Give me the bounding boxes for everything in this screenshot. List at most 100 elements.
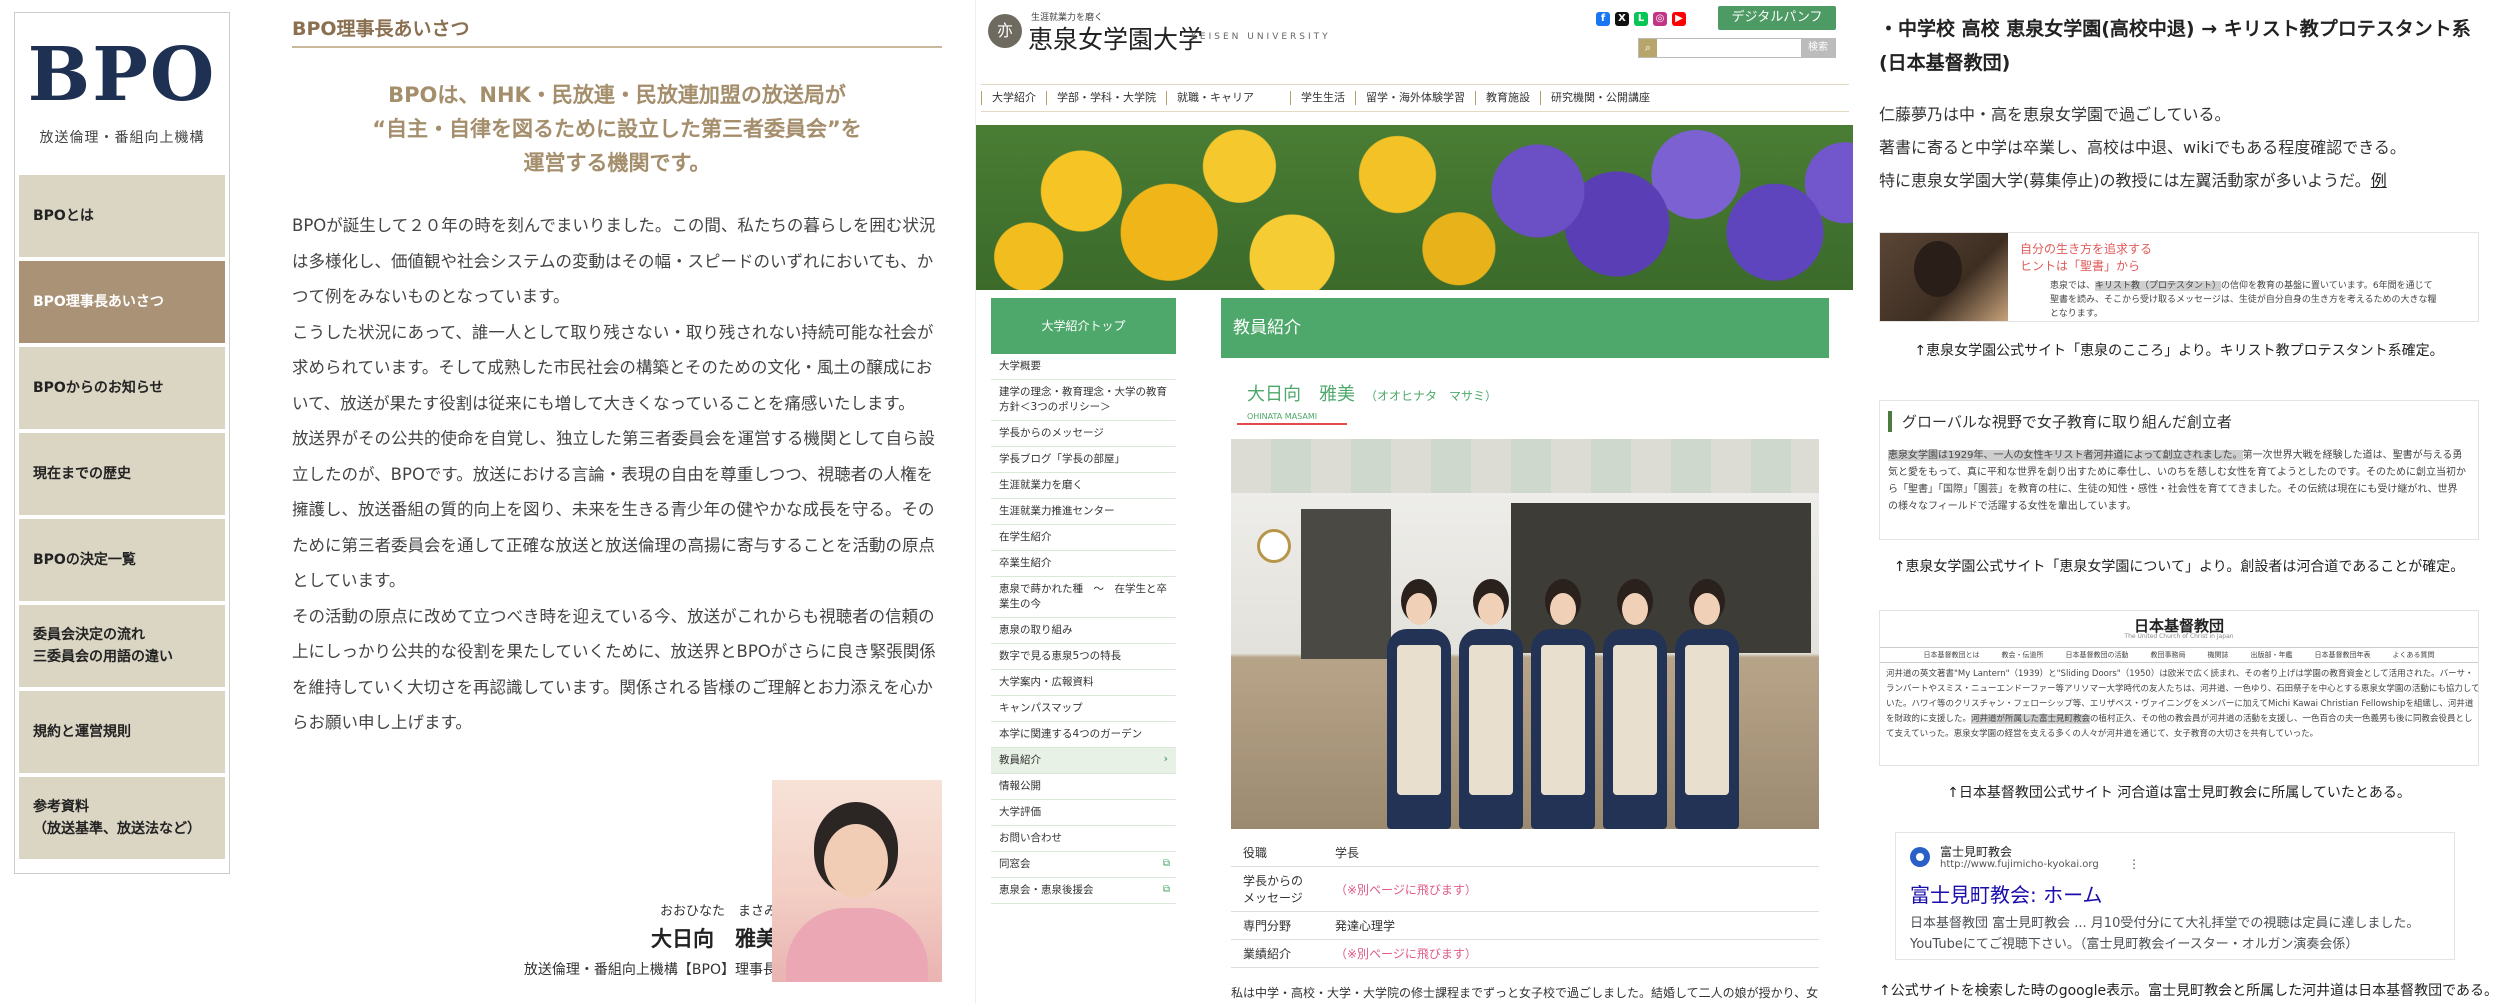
search-input[interactable] bbox=[1657, 40, 1801, 56]
global-nav-item[interactable]: 就職・キャリア bbox=[1166, 91, 1264, 105]
local-nav-item[interactable]: 学長ブログ「学長の部屋」 bbox=[991, 447, 1176, 473]
bpo-paragraph: 放送界がその公共的使命を自覚し、独立した第三者委員会を運営する機関として自ら設立… bbox=[292, 429, 936, 590]
sidebar-item[interactable]: BPOからのお知らせ bbox=[19, 347, 225, 429]
caption: ↑恵泉女学園公式サイト「恵泉女学園について」より。創設者は河合道であることが確定… bbox=[1893, 559, 2465, 575]
local-nav-item[interactable]: お問い合わせ bbox=[991, 826, 1176, 852]
bpo-logo-block[interactable]: BPO 放送倫理・番組向上機構 bbox=[15, 13, 229, 171]
local-nav-item[interactable]: 本学に関連する4つのガーデン bbox=[991, 722, 1176, 748]
example-link[interactable]: 例 bbox=[2371, 171, 2387, 190]
screenshot-google-result: 富士見町教会 http://www.fujimicho-kyokai.org ⋮… bbox=[1895, 832, 2455, 960]
local-nav-item[interactable]: 情報公開 bbox=[991, 774, 1176, 800]
shot-nav-item: 日本基督教団の活動 bbox=[2065, 651, 2129, 659]
sidebar-item[interactable]: 現在までの歴史 bbox=[19, 433, 225, 515]
sidebar-item[interactable]: BPOとは bbox=[19, 175, 225, 257]
local-nav-item[interactable]: 数字で見る恵泉5つの特長 bbox=[991, 644, 1176, 670]
page-title: BPO理事長あいさつ bbox=[292, 14, 942, 48]
keisen-logo-en: KEISEN UNIVERSITY bbox=[1191, 32, 1331, 42]
local-nav-item[interactable]: 生涯就業力を磨く bbox=[991, 473, 1176, 499]
local-nav-list: 大学概要 建学の理念・教育理念・大学の教育方針＜3つのポリシー＞ 学長からのメッセー… bbox=[991, 354, 1176, 904]
sidebar-item[interactable]: 委員会決定の流れ 三委員会の用語の違い bbox=[19, 605, 225, 687]
local-nav-item[interactable]: 恵泉会・恵泉後援会 bbox=[991, 878, 1176, 904]
global-nav-item[interactable]: 教育施設 bbox=[1475, 91, 1540, 105]
sidebar-item[interactable]: BPO理事長あいさつ bbox=[19, 261, 225, 343]
instagram-icon[interactable]: ◎ bbox=[1653, 12, 1667, 26]
bpo-paragraph: こうした状況にあって、誰一人として取り残さない・取り残されない持続可能な社会が求… bbox=[292, 322, 934, 413]
global-nav-item[interactable]: 研究機関・公開講座 bbox=[1540, 91, 1660, 105]
faculty-profile: 教員紹介 大日向 雅美 （オオヒナタ マサミ） OHINATA MASAMI 役職… bbox=[1221, 298, 1829, 1003]
highlight: 恵泉女学園は1929年、一人の女性キリスト者河井道によって創立されました。 bbox=[1888, 450, 2243, 461]
screenshot-keisen-heart: 自分の生き方を追求する ヒントは「聖書」から 恵泉では、キリスト教（プロテスタン… bbox=[1879, 232, 2479, 322]
facebook-icon[interactable]: f bbox=[1596, 12, 1610, 26]
info-label: 役職 bbox=[1231, 839, 1323, 867]
screenshot-keisen-founder: グローバルな視野で女子教育に取り組んだ創立者 恵泉女学園は1929年、一人の女性… bbox=[1879, 400, 2479, 540]
search-button[interactable]: 検索 bbox=[1801, 39, 1835, 57]
site-search: ⌕ 検索 bbox=[1638, 38, 1836, 58]
youtube-icon[interactable]: ▶ bbox=[1672, 12, 1686, 26]
global-nav: 大学紹介 学部・学科・大学院 就職・キャリア 学生生活 留学・海外体験学習 教育施設 研究機… bbox=[981, 84, 1849, 112]
global-nav-item[interactable]: 大学紹介 bbox=[981, 91, 1046, 105]
hero-flower-image bbox=[976, 125, 1854, 290]
local-nav-item[interactable]: 建学の理念・教育理念・大学の教育方針＜3つのポリシー＞ bbox=[991, 380, 1176, 421]
bpo-logo: BPO bbox=[27, 32, 217, 118]
digital-pamphlet-button[interactable]: デジタルパンフ bbox=[1718, 6, 1836, 30]
local-nav-item[interactable]: キャンパスマップ bbox=[991, 696, 1176, 722]
table-row: 役職 学長 bbox=[1231, 839, 1819, 867]
caption: ↑公式サイトを検索した時のgoogle表示。富士見町教会と所属した河井道は日本基… bbox=[1879, 983, 2498, 999]
more-options-icon[interactable]: ⋮ bbox=[2128, 857, 2140, 871]
local-nav-item[interactable]: 生涯就業力推進センター bbox=[991, 499, 1176, 525]
chair-signature: おおひなた まさみ 大日向 雅美 放送倫理・番組向上機構【BPO】理事長 bbox=[524, 900, 777, 979]
sidebar-item[interactable]: BPOの決定一覧 bbox=[19, 519, 225, 601]
local-nav-item[interactable]: 同窓会 bbox=[991, 852, 1176, 878]
line-icon[interactable]: L bbox=[1634, 12, 1648, 26]
faculty-name: 大日向 雅美 bbox=[1247, 384, 1355, 405]
shot-title: グローバルな視野で女子教育に取り組んだ創立者 bbox=[1888, 411, 2232, 432]
bpo-lead: BPOは、NHK・民放連・民放連加盟の放送局が “自主・自律を図るために設立した… bbox=[372, 83, 862, 175]
blog-line: 特に恵泉女学園大学(募集停止)の教授には左翼活動家が多いようだ。例 bbox=[1879, 164, 2479, 197]
info-label: 学長からのメッセージ bbox=[1231, 866, 1323, 912]
local-nav-item[interactable]: 恵泉で蒔かれた種 ～ 在学生と卒業生の今 bbox=[991, 577, 1176, 618]
keisen-header: 亦 生涯就業力を磨く 恵泉女学園大学 KEISEN UNIVERSITY fXL… bbox=[976, 0, 1854, 78]
sidebar-item[interactable]: 参考資料 （放送基準、放送法など） bbox=[19, 777, 225, 859]
shot-nav-item: 日本基督教団年表 bbox=[2314, 651, 2371, 659]
result-link[interactable]: 富士見町教会: ホーム bbox=[1910, 879, 2103, 908]
keisen-emblem-icon[interactable]: 亦 bbox=[988, 14, 1022, 48]
bpo-menu: BPOとは BPO理事長あいさつ BPOからのお知らせ 現在までの歴史 BPOの決定一覧… bbox=[15, 175, 229, 859]
local-nav-item[interactable]: 恵泉の取り組み bbox=[991, 618, 1176, 644]
info-link[interactable]: （※別ページに飛びます） bbox=[1323, 866, 1819, 912]
local-nav-item[interactable]: 在学生紹介 bbox=[991, 525, 1176, 551]
info-value: 発達心理学 bbox=[1323, 911, 1819, 940]
bpo-content: BPO理事長あいさつ BPOは、NHK・民放連・民放連加盟の放送局が “自主・自… bbox=[292, 14, 942, 741]
local-nav-item[interactable]: 学長からのメッセージ bbox=[991, 421, 1176, 447]
info-link[interactable]: （※別ページに飛びます） bbox=[1323, 939, 1819, 968]
local-nav-item[interactable]: 卒業生紹介 bbox=[991, 551, 1176, 577]
sidebar-item[interactable]: 規約と運営規則 bbox=[19, 691, 225, 773]
shot-text: 河井道の英文著書"My Lantern"（1939）と"Sliding Door… bbox=[1886, 669, 2479, 739]
faculty-info-table: 役職 学長 学長からのメッセージ （※別ページに飛びます） 専門分野 発達心理学 業績紹介（… bbox=[1231, 839, 1819, 968]
keisen-logo[interactable]: 恵泉女学園大学 bbox=[1028, 20, 1203, 56]
faculty-name-kana: （オオヒナタ マサミ） bbox=[1365, 389, 1498, 403]
bpo-logo-subtitle: 放送倫理・番組向上機構 bbox=[39, 130, 205, 146]
chair-title: 放送倫理・番組向上機構【BPO】理事長 bbox=[523, 962, 777, 978]
local-nav-item[interactable]: 大学評価 bbox=[991, 800, 1176, 826]
faculty-message: 私は中学・高校・大学・大学院の修士課程までずっと女子校で過ごしました。結婚して二… bbox=[1231, 986, 1819, 1000]
highlight: キリスト教（プロテスタント） bbox=[2095, 281, 2222, 291]
blog-line: 著書に寄ると中学は卒業し、高校は中退、wikiでもある程度確認できる。 bbox=[1879, 138, 2406, 157]
global-nav-item[interactable]: 留学・海外体験学習 bbox=[1355, 91, 1475, 105]
local-nav-item[interactable]: 大学案内・広報資料 bbox=[991, 670, 1176, 696]
shot-text: 恵泉では、キリスト教（プロテスタント）の信仰を教育の基盤に置いています。6年間を… bbox=[2050, 281, 2437, 319]
globe-icon bbox=[1910, 847, 1930, 867]
global-nav-item[interactable]: 学部・学科・大学院 bbox=[1046, 91, 1166, 105]
x-icon[interactable]: X bbox=[1615, 12, 1629, 26]
info-label: 専門分野 bbox=[1231, 911, 1323, 940]
local-nav-top[interactable]: 大学紹介トップ bbox=[991, 298, 1176, 354]
chair-name-kana: おおひなた まさみ bbox=[659, 904, 777, 919]
highlight: 河井道が所属した富士見町教会 bbox=[1971, 714, 2091, 724]
bpo-paragraph: その活動の原点に改めて立つべき時を迎えている今、放送がこれからも視聴者の信頼の上… bbox=[292, 606, 936, 733]
local-nav-item[interactable]: 大学概要 bbox=[991, 354, 1176, 380]
local-nav: 大学紹介トップ 大学概要 建学の理念・教育理念・大学の教育方針＜3つのポリシー＞学… bbox=[991, 298, 1176, 904]
global-nav-item[interactable]: 学生生活 bbox=[1290, 91, 1355, 105]
blog-paragraph: 仁藤夢乃は中・高を恵泉女学園で過ごしている。 著書に寄ると中学は卒業し、高校は中… bbox=[1879, 98, 2479, 197]
local-nav-item[interactable]: 教員紹介 bbox=[991, 748, 1176, 774]
result-url: http://www.fujimicho-kyokai.org bbox=[1940, 859, 2099, 870]
shot-nav-item: 教会・伝道所 bbox=[2001, 651, 2044, 659]
